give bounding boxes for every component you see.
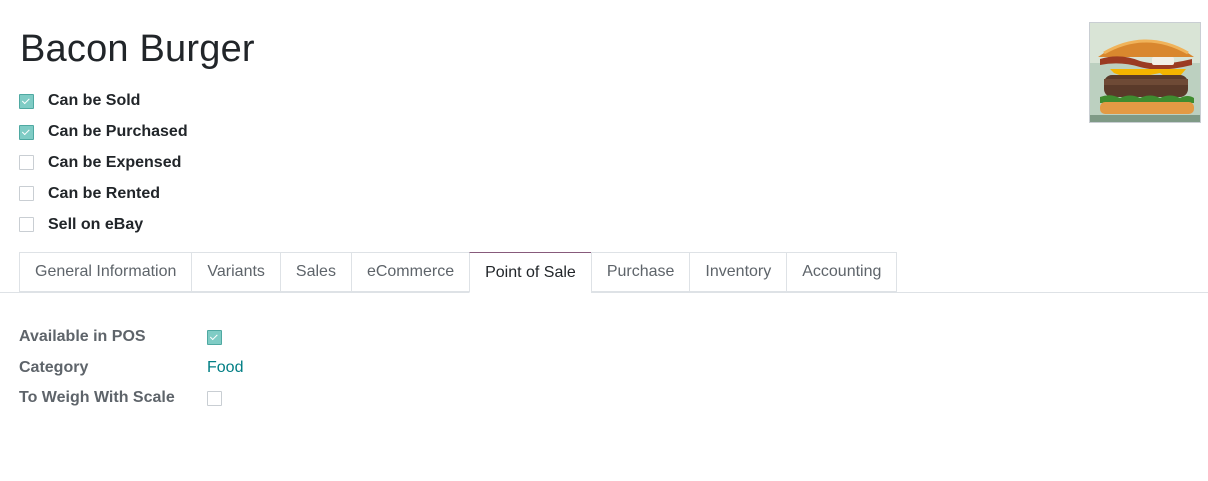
option-can-be-expensed: Can be Expensed [19, 148, 188, 179]
option-label: Can be Rented [48, 184, 161, 202]
can-be-purchased-checkbox[interactable] [19, 124, 34, 140]
tab-accounting[interactable]: Accounting [786, 252, 898, 292]
can-be-sold-checkbox[interactable] [19, 93, 34, 109]
field-label: Category [19, 358, 89, 376]
option-label: Sell on eBay [48, 215, 144, 233]
field-label: Available in POS [19, 328, 146, 346]
product-title[interactable]: Bacon Burger [20, 28, 255, 71]
field-available-in-pos: Available in POS [19, 322, 243, 353]
tab-sales[interactable]: Sales [279, 252, 351, 292]
product-options: Can be Sold Can be Purchased Can be Expe… [19, 86, 188, 240]
option-can-be-sold: Can be Sold [19, 86, 188, 117]
notebook-tabs: General Information Variants Sales eComm… [19, 252, 898, 293]
product-image[interactable] [1089, 22, 1201, 123]
sell-on-ebay-checkbox[interactable] [19, 217, 34, 233]
option-can-be-purchased: Can be Purchased [19, 117, 188, 148]
available-in-pos-checkbox[interactable] [207, 329, 222, 345]
field-label: To Weigh With Scale [19, 389, 175, 407]
option-sell-on-ebay: Sell on eBay [19, 209, 188, 240]
tab-purchase[interactable]: Purchase [590, 252, 690, 292]
option-label: Can be Expensed [48, 153, 182, 171]
pos-fields: Available in POS Category Food To Weigh … [19, 322, 243, 414]
tab-general-information[interactable]: General Information [19, 252, 192, 292]
tab-ecommerce[interactable]: eCommerce [350, 252, 470, 292]
to-weigh-with-scale-checkbox[interactable] [207, 390, 222, 406]
option-can-be-rented: Can be Rented [19, 178, 188, 209]
burger-image [1090, 23, 1200, 122]
tab-inventory[interactable]: Inventory [689, 252, 787, 292]
tab-point-of-sale[interactable]: Point of Sale [469, 252, 591, 293]
option-label: Can be Sold [48, 92, 141, 110]
can-be-rented-checkbox[interactable] [19, 186, 34, 202]
can-be-expensed-checkbox[interactable] [19, 155, 34, 171]
field-category: Category Food [19, 353, 243, 384]
field-to-weigh-with-scale: To Weigh With Scale [19, 383, 243, 414]
option-label: Can be Purchased [48, 123, 188, 141]
category-link[interactable]: Food [207, 359, 243, 377]
tab-variants[interactable]: Variants [191, 252, 280, 292]
